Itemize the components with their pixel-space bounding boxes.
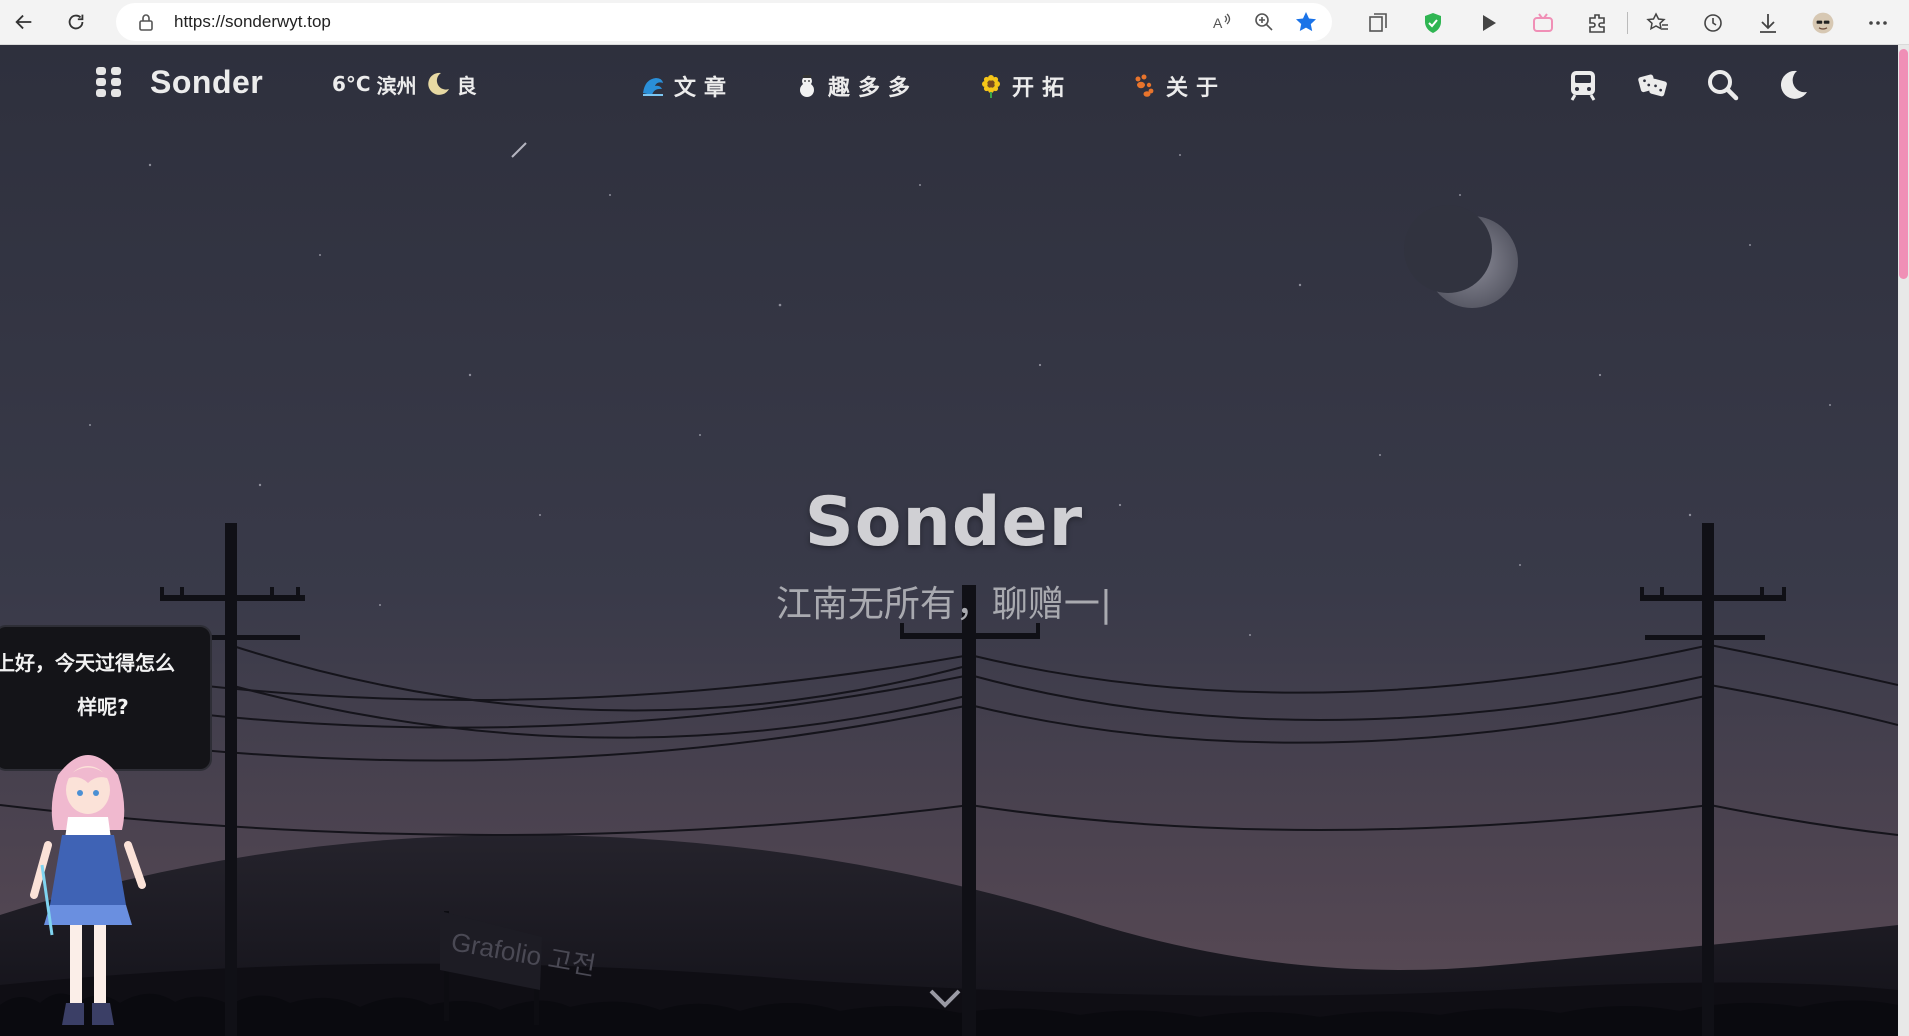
moon-icon (1780, 70, 1807, 99)
favorite-star-icon[interactable] (1294, 10, 1318, 34)
speech-line-1: 上好，今天过得怎么 (0, 651, 175, 675)
wave-icon (643, 78, 663, 96)
site-header: Sonder 6°C 滨州 良 文章 趣多多 开拓 关于 (0, 45, 1898, 125)
snowman-icon (800, 75, 815, 97)
history-icon (1703, 13, 1722, 32)
train-icon (1570, 71, 1596, 101)
dice-icon (1638, 74, 1667, 97)
scrollbar-thumb[interactable] (1899, 49, 1908, 279)
mascot-character[interactable] (18, 735, 158, 1035)
ellipsis-icon (1868, 20, 1887, 25)
tabs-icon (1368, 12, 1387, 32)
profile-button[interactable] (1795, 0, 1850, 45)
hero-subtitle: 江南无所有，聊赠一| (775, 584, 1113, 625)
apps-grid-icon[interactable] (96, 67, 122, 97)
url-text[interactable]: https://sonderwyt.top (174, 12, 331, 32)
air-quality: 良 (456, 73, 477, 98)
more-menu-button[interactable] (1850, 0, 1905, 45)
page-viewport: Grafolio 고전 Sonder 6°C 滨州 良 文章 趣多多 开拓 关于… (0, 45, 1898, 1036)
collections-button[interactable] (1350, 0, 1405, 45)
sunflower-icon (982, 75, 1001, 98)
downloads-button[interactable] (1740, 0, 1795, 45)
menu-item-explore[interactable]: 开拓 (978, 70, 1072, 102)
tv-icon (1532, 12, 1553, 32)
back-button[interactable] (4, 2, 44, 42)
download-icon (1759, 13, 1776, 33)
random-button[interactable] (1618, 61, 1688, 109)
address-bar[interactable]: https://sonderwyt.top A (116, 3, 1332, 41)
refresh-button[interactable] (56, 2, 96, 42)
svg-text:A: A (1213, 15, 1223, 31)
search-button[interactable] (1688, 61, 1758, 109)
weather-city: 滨州 (376, 73, 417, 98)
refresh-icon (68, 14, 84, 30)
hero-title: Sonder (804, 483, 1084, 562)
speech-line-2: 样呢? (77, 695, 129, 719)
header-tools (1548, 61, 1828, 109)
paw-icon (1135, 74, 1154, 97)
chevron-down-icon[interactable] (927, 985, 963, 1013)
dark-mode-toggle[interactable] (1758, 61, 1828, 109)
weather-temp: 6°C (332, 72, 371, 96)
search-icon (1708, 70, 1739, 101)
play-extension-button[interactable] (1460, 0, 1515, 45)
menu-item-about[interactable]: 关于 (1132, 70, 1226, 102)
browser-toolbar: https://sonderwyt.top A (0, 0, 1909, 45)
read-aloud-icon[interactable]: A (1210, 10, 1234, 34)
history-button[interactable] (1685, 0, 1740, 45)
toolbar-separator (1627, 11, 1628, 34)
site-brand[interactable]: Sonder (150, 64, 263, 101)
main-menu: 文章 趣多多 开拓 关于 (640, 65, 1286, 107)
menu-item-fun[interactable]: 趣多多 (794, 70, 918, 102)
menu-item-articles[interactable]: 文章 (640, 70, 734, 102)
train-button[interactable] (1548, 61, 1618, 109)
avatar-icon (1812, 12, 1833, 33)
page-scrollbar[interactable] (1898, 45, 1909, 1036)
zoom-icon[interactable] (1252, 10, 1276, 34)
shield-icon (1424, 12, 1441, 33)
lock-icon (139, 14, 153, 31)
puzzle-icon (1588, 13, 1605, 33)
bilibili-extension-button[interactable] (1515, 0, 1570, 45)
moon-icon (427, 72, 449, 95)
play-icon (1482, 14, 1496, 31)
weather-widget: 6°C 滨州 良 (332, 67, 477, 101)
star-list-icon (1645, 11, 1668, 30)
shield-extension-button[interactable] (1405, 0, 1460, 45)
arrow-left-icon (15, 14, 32, 30)
extensions-button[interactable] (1570, 0, 1625, 45)
favorites-button[interactable] (1630, 0, 1685, 45)
